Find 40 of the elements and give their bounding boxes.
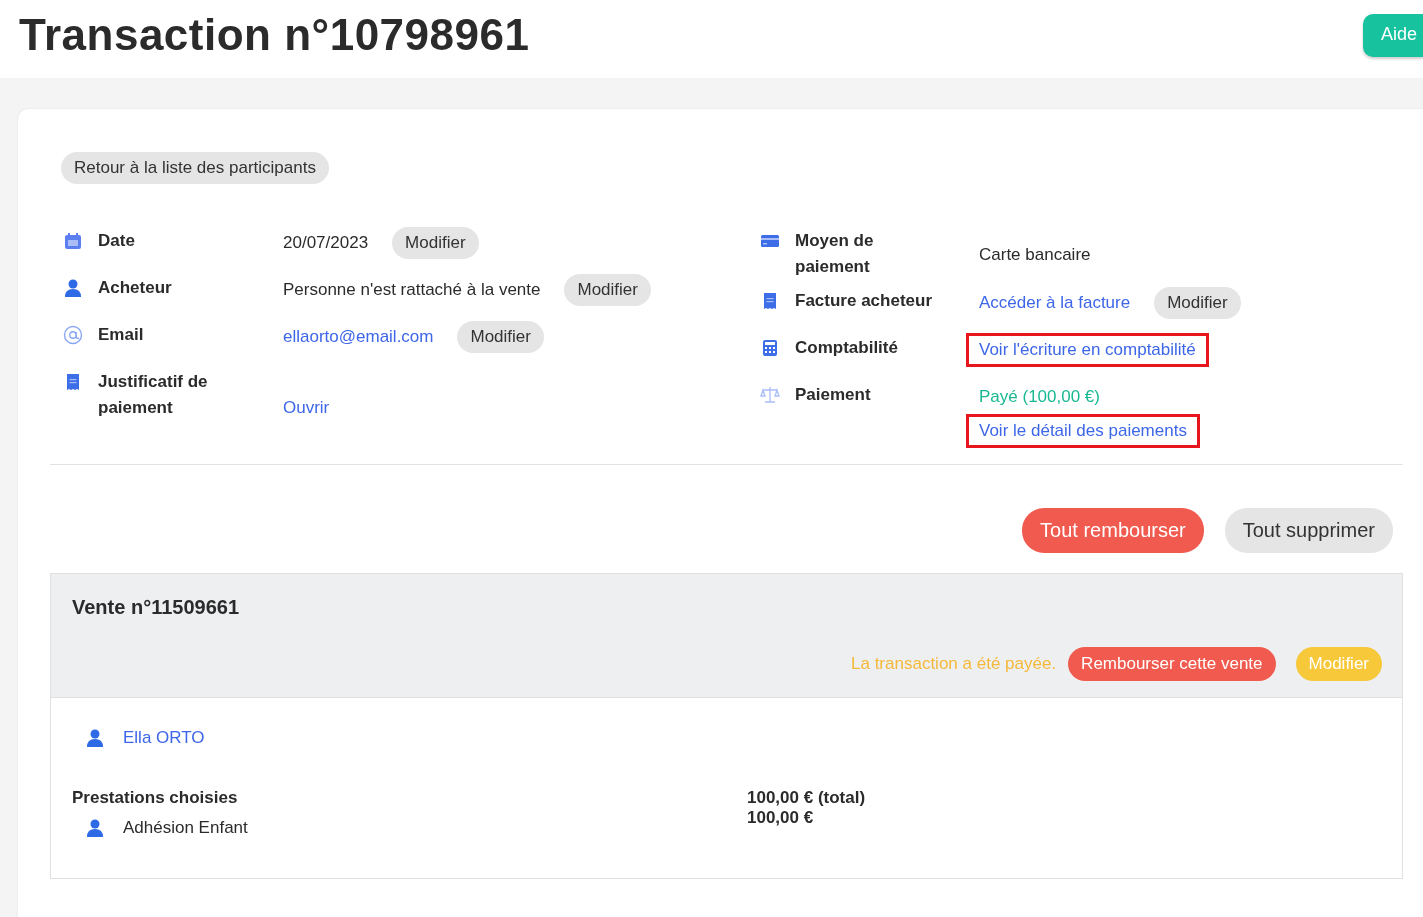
sale-status: La transaction a été payée.	[851, 654, 1057, 674]
page-title: Transaction n°10798961	[19, 10, 530, 60]
field-label: Justificatif de paiement	[98, 371, 209, 419]
delete-all-button[interactable]: Tout supprimer	[1224, 508, 1393, 553]
field-link[interactable]: Voir l'écriture en comptabilité	[979, 340, 1196, 359]
participant-link[interactable]: Ella ORTO	[123, 728, 205, 748]
field-value: Personne n'est rattaché à la vente	[283, 280, 541, 299]
modify-button[interactable]: Modifier	[564, 274, 651, 306]
refund-sale-button[interactable]: Rembourser cette vente	[1068, 647, 1276, 681]
back-button[interactable]: Retour à la liste des participants	[61, 152, 329, 184]
modify-button[interactable]: Modifier	[1154, 287, 1241, 319]
field-label: Email	[98, 324, 144, 346]
sale-title: Vente n°11509661	[72, 596, 240, 619]
field-label: Paiement	[795, 384, 871, 406]
person-icon	[63, 278, 83, 298]
field-label: Facture acheteur	[795, 290, 932, 312]
field-value: 20/07/2023	[283, 233, 369, 252]
field-link[interactable]: Accéder à la facture	[979, 293, 1131, 312]
field-link[interactable]: ellaorto@email.com	[283, 327, 434, 346]
field-label: Acheteur	[98, 277, 172, 299]
modify-button[interactable]: Modifier	[457, 321, 544, 353]
person-icon	[85, 728, 105, 748]
items-heading: Prestations choisies	[72, 788, 239, 808]
field-link[interactable]: Ouvrir	[283, 398, 330, 417]
payment-status: Payé (100,00 €)	[979, 387, 1100, 406]
at-icon	[63, 325, 83, 345]
person-icon	[85, 818, 105, 838]
scale-icon	[760, 385, 780, 405]
amount: 100,00 € (total)	[747, 788, 867, 808]
calculator-icon	[760, 338, 780, 358]
field-label: Comptabilité	[795, 337, 898, 359]
field-label: Date	[98, 230, 135, 252]
amount: 100,00 €	[747, 808, 815, 828]
calendar-icon	[63, 231, 83, 251]
item-name: Adhésion Enfant	[123, 818, 248, 838]
field-label: Moyen de paiement	[795, 230, 875, 278]
payment-details-link[interactable]: Voir le détail des paiements	[979, 421, 1187, 440]
refund-all-button[interactable]: Tout rembourser	[1022, 508, 1204, 553]
modify-button[interactable]: Modifier	[392, 227, 479, 259]
field-value: Carte bancaire	[979, 245, 1091, 264]
